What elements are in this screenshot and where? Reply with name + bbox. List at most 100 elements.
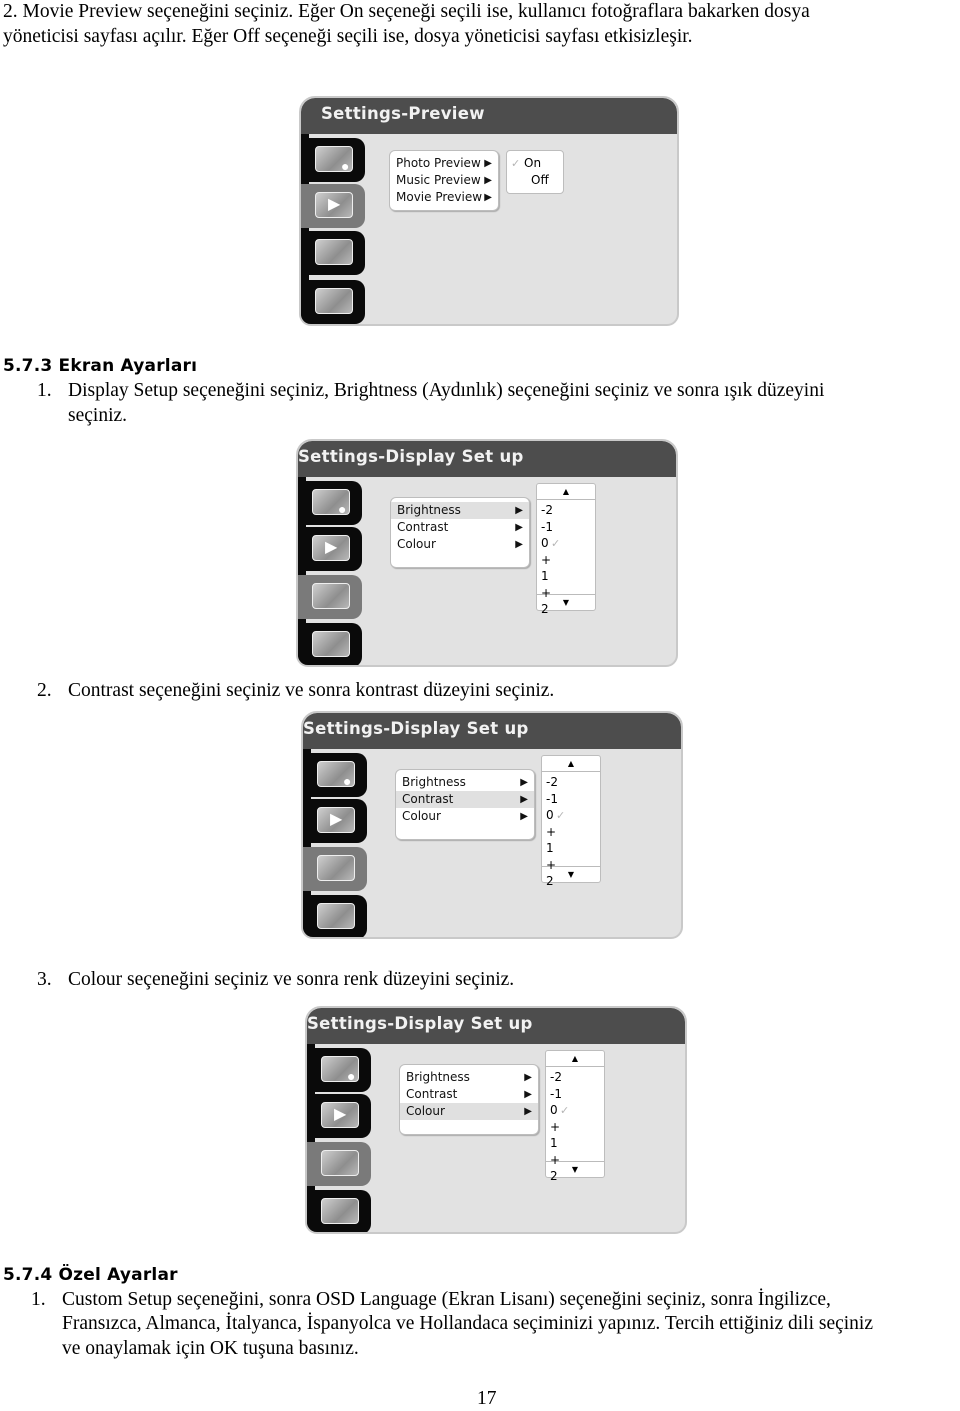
level-option[interactable]: -1 [541,519,553,535]
slideshow-icon [317,855,355,881]
category-sidebar: ● ▶ [298,477,364,665]
slideshow-icon [315,239,353,265]
tab-custom[interactable] [307,1190,371,1232]
custom-step-line-3: ve onaylamak için OK tuşuna basınız. [62,1338,359,1359]
option-off[interactable]: Off [507,172,563,189]
tab-photo[interactable]: ● [307,1048,371,1092]
tab-slideshow[interactable] [301,231,365,275]
menu-item-brightness[interactable]: Brightness ▶ [396,774,534,791]
arrow-right-icon: ▶ [484,175,492,186]
tab-custom[interactable] [303,895,367,937]
level-option[interactable]: 1 [541,568,549,584]
level-option[interactable]: 1 [546,840,554,856]
check-icon: ✓ [511,157,521,170]
menu-item-photo-preview[interactable]: Photo Preview ▶ [390,155,498,172]
level-option[interactable]: 0 [541,535,549,551]
tab-photo[interactable]: ● [303,753,367,797]
level-option[interactable]: -2 [546,774,558,790]
menu-label: Brightness [406,1070,470,1084]
step-number: 2. [37,680,52,701]
arrow-right-icon: ▶ [484,192,492,203]
panel-title-bar: Settings-Display Set up [303,713,681,749]
tab-movie[interactable]: ▶ [301,184,365,228]
arrow-right-icon: ▶ [520,777,528,788]
menu-item-contrast[interactable]: Contrast ▶ [391,519,529,536]
gear-icon: ● [341,160,350,175]
menu-item-colour[interactable]: Colour ▶ [396,808,534,825]
check-icon: ✓ [560,1104,570,1117]
on-off-options: ✓ On Off [506,150,564,194]
level-option[interactable]: + [550,1119,560,1135]
tab-photo[interactable]: ● [298,481,362,525]
level-option[interactable]: + [541,552,551,568]
step-number: 3. [37,969,52,990]
level-option[interactable]: 2 [546,873,554,889]
display-menu: Brightness ▶ Contrast ▶ Colour ▶ [395,769,535,840]
level-option[interactable]: -1 [546,791,558,807]
level-scroll-list[interactable]: ▲ ▼ -2 -1 0 +1 +2 ✓ [541,755,601,888]
level-scroll-list[interactable]: ▲ ▼ -2 -1 0 +1 +2 ✓ [545,1050,605,1183]
preview-menu: Photo Preview ▶ Music Preview ▶ Movie Prev… [389,150,499,211]
settings-display-screenshot: Settings-Display Set up ● ▶ Brightness ▶ C… [296,439,678,667]
arrow-right-icon: ▶ [515,539,523,550]
menu-label: Brightness [397,503,461,517]
level-option[interactable]: + [550,1152,560,1168]
level-option[interactable]: 2 [550,1168,558,1184]
tab-display[interactable] [303,847,367,891]
level-option[interactable]: 0 [546,807,554,823]
level-option[interactable]: 0 [550,1102,558,1118]
level-scroll-list[interactable]: ▲ ▼ -2 -1 0 +1 +2 ✓ [536,483,596,616]
scroll-up-icon[interactable]: ▲ [542,756,600,772]
tab-custom[interactable] [301,280,365,324]
tab-display[interactable] [307,1142,371,1186]
tab-movie[interactable]: ▶ [303,799,367,843]
play-icon: ▶ [334,1106,347,1123]
level-option[interactable]: + [541,585,551,601]
section-heading-574: 5.7.4 Özel Ayarlar [3,1265,178,1285]
arrow-right-icon: ▶ [524,1072,532,1083]
gear-icon: ● [343,775,352,790]
option-on[interactable]: ✓ On [507,155,563,172]
tab-custom[interactable] [298,623,362,665]
level-option[interactable]: 1 [550,1135,558,1151]
menu-label: Contrast [402,792,454,806]
step3-text: Colour seçeneğini seçiniz ve sonra renk … [68,969,515,990]
menu-item-movie-preview[interactable]: Movie Preview ▶ [390,189,498,206]
menu-item-brightness[interactable]: Brightness ▶ [391,502,529,519]
level-option[interactable]: + [546,824,556,840]
step-number: 1. [31,1289,46,1310]
play-icon: ▶ [328,196,341,213]
menu-item-colour[interactable]: Colour ▶ [400,1103,538,1120]
tab-movie[interactable]: ▶ [307,1094,371,1138]
intro-line-1: 2. Movie Preview seçeneğini seçiniz. Eğe… [3,1,810,22]
display-menu: Brightness ▶ Contrast ▶ Colour ▶ [399,1064,539,1135]
arrow-right-icon: ▶ [524,1089,532,1100]
page-number: 17 [477,1388,497,1409]
settings-display-screenshot: Settings-Display Set up ● ▶ Brightness ▶ C… [305,1006,687,1234]
level-option[interactable]: -2 [541,502,553,518]
tab-display[interactable] [298,575,362,619]
menu-item-brightness[interactable]: Brightness ▶ [400,1069,538,1086]
tab-photo[interactable]: ● [301,138,365,182]
step-number: 1. [37,380,52,401]
level-option[interactable]: 2 [541,601,549,617]
option-label: On [524,156,542,170]
panel-title-bar: Settings-Display Set up [298,441,676,477]
menu-label: Music Preview [396,173,481,187]
scroll-up-icon[interactable]: ▲ [537,484,595,500]
menu-item-contrast[interactable]: Contrast ▶ [396,791,534,808]
panel-title: Settings-Display Set up [303,719,529,738]
panel-title: Settings-Display Set up [298,447,524,466]
level-option[interactable]: + [546,857,556,873]
level-option[interactable]: -2 [550,1069,562,1085]
tab-movie[interactable]: ▶ [298,527,362,571]
option-label: Off [531,173,549,187]
menu-item-music-preview[interactable]: Music Preview ▶ [390,172,498,189]
scroll-up-icon[interactable]: ▲ [546,1051,604,1067]
level-option[interactable]: -1 [550,1086,562,1102]
display-menu: Brightness ▶ Contrast ▶ Colour ▶ [390,497,530,568]
menu-item-colour[interactable]: Colour ▶ [391,536,529,553]
menu-item-contrast[interactable]: Contrast ▶ [400,1086,538,1103]
custom-step-line-1: Custom Setup seçeneğini, sonra OSD Langu… [62,1289,831,1310]
menu-label: Movie Preview [396,190,483,204]
